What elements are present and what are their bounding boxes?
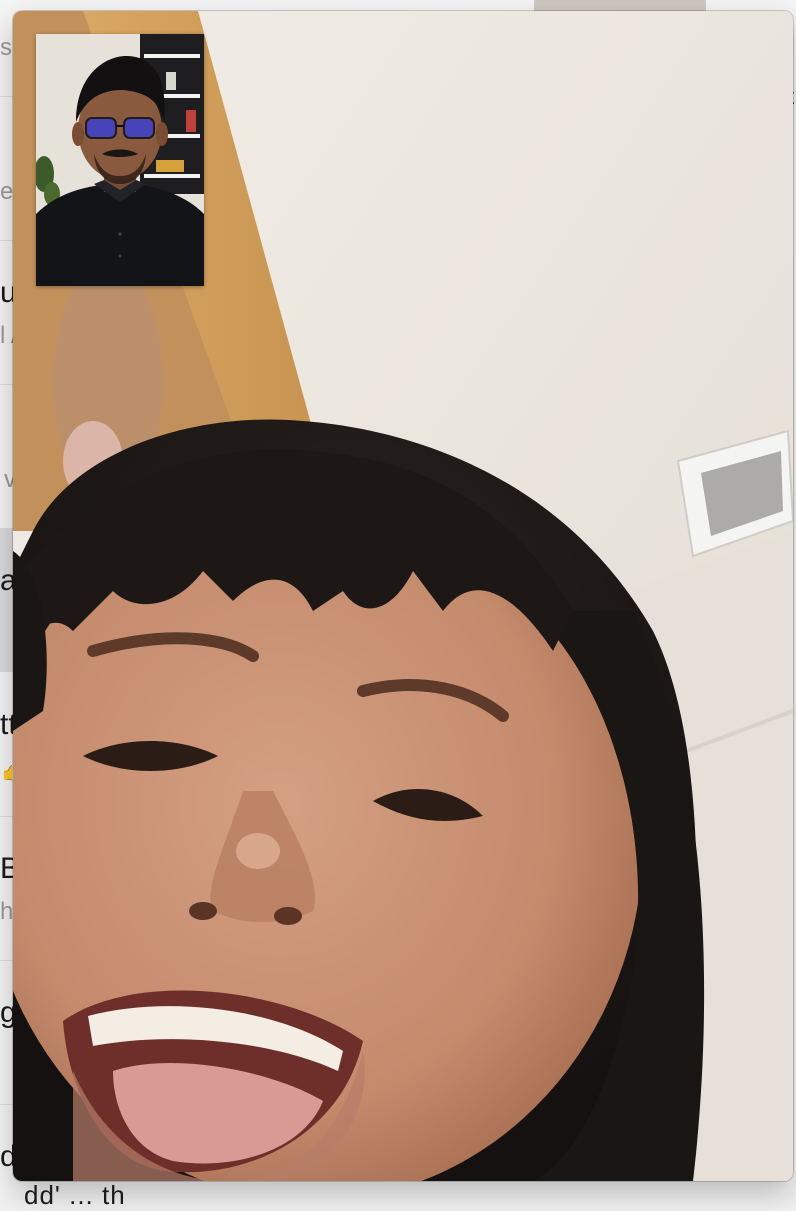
background-text: dd' ... th xyxy=(24,1180,126,1210)
video-call-window[interactable] xyxy=(13,11,793,1181)
list-item-text: s xyxy=(0,34,12,61)
self-view-preview[interactable] xyxy=(36,34,204,286)
list-item-text: e xyxy=(0,178,14,205)
thumbs-up-icon: 👍 xyxy=(0,757,12,785)
list-item-text: h xyxy=(0,898,14,925)
